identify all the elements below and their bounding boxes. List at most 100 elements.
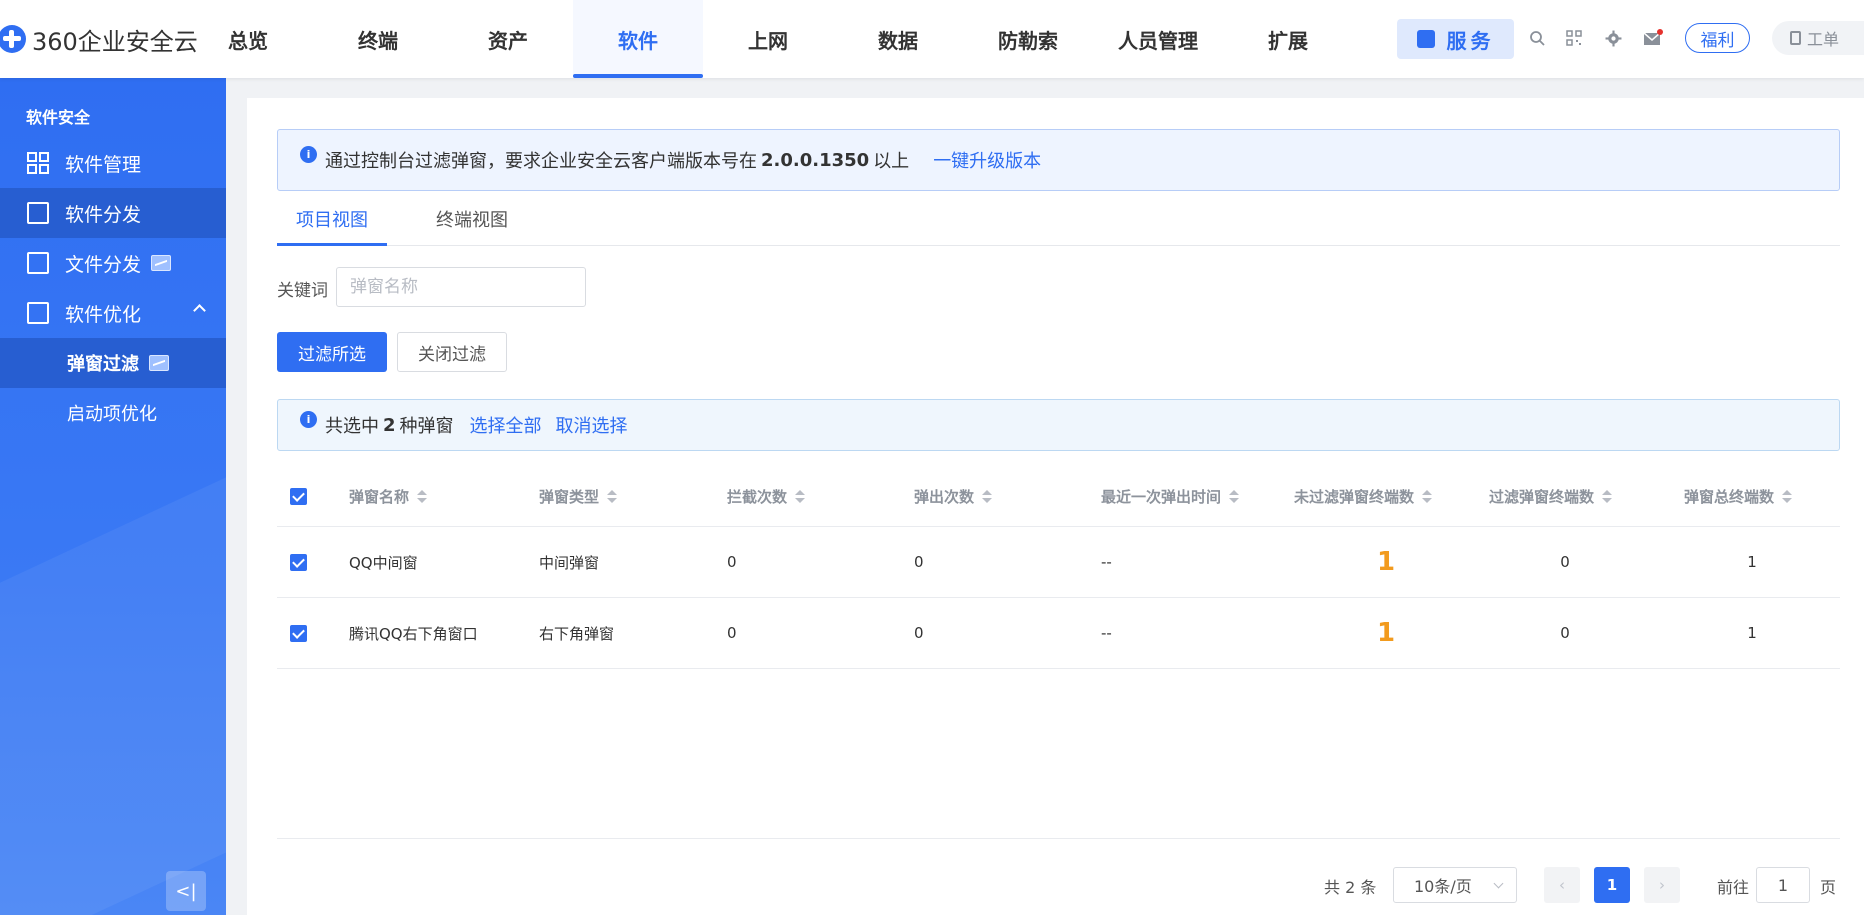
keyword-label: 关键词 xyxy=(277,281,328,301)
version-notice: i 通过控制台过滤弹窗，要求企业安全云客户端版本号在 2.0.0.1350 以上… xyxy=(277,129,1840,191)
cell-last-time: -- xyxy=(1101,624,1112,642)
nav-internet[interactable]: 上网 xyxy=(703,0,833,78)
nav-extensions[interactable]: 扩展 xyxy=(1223,0,1353,78)
sort-icon[interactable] xyxy=(1229,489,1240,504)
sort-icon[interactable] xyxy=(795,489,806,504)
sort-icon[interactable] xyxy=(982,489,993,504)
table-divider xyxy=(277,838,1840,839)
cell-filtered: 0 xyxy=(1560,624,1570,642)
column-header-popped[interactable]: 弹出次数 xyxy=(914,467,993,526)
prev-page-button[interactable]: ‹ xyxy=(1544,867,1580,903)
popup-table: 弹窗名称 弹窗类型 拦截次数 弹出次数 最近一次弹出时间 未过滤弹窗终端数 过滤… xyxy=(277,467,1840,669)
gear-icon[interactable] xyxy=(1602,27,1624,49)
sidebar-item-label: 启动项优化 xyxy=(67,404,157,425)
sidebar: 软件安全 软件管理 软件分发 文件分发 软件优化 弹窗过滤 启动项优化 <| xyxy=(0,78,226,915)
selection-suffix: 种弹窗 xyxy=(399,416,454,437)
service-label: 服务 xyxy=(1446,28,1495,53)
cell-name: QQ中间窗 xyxy=(349,553,418,572)
puzzle-icon xyxy=(1416,30,1435,48)
next-page-button[interactable]: › xyxy=(1644,867,1680,903)
page-number-button[interactable]: 1 xyxy=(1594,867,1630,903)
app-logo[interactable]: 360企业安全云 xyxy=(0,22,198,56)
mail-icon[interactable] xyxy=(1642,27,1664,49)
search-icon[interactable] xyxy=(1526,27,1548,49)
column-header-unfiltered[interactable]: 未过滤弹窗终端数 xyxy=(1294,467,1433,526)
distribute-icon xyxy=(27,202,49,224)
chevron-up-icon xyxy=(193,304,206,317)
grid-icon xyxy=(27,152,49,174)
sidebar-item-software-optimization[interactable]: 软件优化 xyxy=(0,288,226,338)
sort-icon[interactable] xyxy=(1602,489,1613,504)
nav-endpoint[interactable]: 终端 xyxy=(313,0,443,78)
tab-endpoint-view[interactable]: 终端视图 xyxy=(407,206,537,246)
logo-text: 360企业安全云 xyxy=(32,27,198,56)
sort-icon[interactable] xyxy=(607,489,618,504)
cell-last-time: -- xyxy=(1101,553,1112,571)
info-icon: i xyxy=(300,145,317,163)
new-feature-icon xyxy=(151,255,172,271)
checkbox-checked-icon xyxy=(290,624,307,642)
close-filter-button[interactable]: 关闭过滤 xyxy=(397,332,507,372)
sidebar-item-software-distribution[interactable]: 软件分发 xyxy=(0,188,226,238)
nav-ransomware[interactable]: 防勒索 xyxy=(963,0,1093,78)
selection-bar: i 共选中 2 种弹窗 选择全部 取消选择 xyxy=(277,399,1840,451)
ticket-label: 工单 xyxy=(1807,30,1840,49)
collapse-sidebar-button[interactable]: <| xyxy=(166,871,206,911)
cell-type: 右下角弹窗 xyxy=(539,624,615,643)
sidebar-item-software-management[interactable]: 软件管理 xyxy=(0,138,226,188)
column-header-type[interactable]: 弹窗类型 xyxy=(539,467,618,526)
column-header-last-time[interactable]: 最近一次弹出时间 xyxy=(1101,467,1240,526)
nav-software[interactable]: 软件 xyxy=(573,0,703,78)
upload-box-icon xyxy=(27,302,49,324)
popup-name-search-input[interactable] xyxy=(336,267,586,307)
column-header-total[interactable]: 弹窗总终端数 xyxy=(1684,467,1793,526)
checkbox-checked-icon xyxy=(290,488,307,505)
nav-people[interactable]: 人员管理 xyxy=(1093,0,1223,78)
sort-icon[interactable] xyxy=(1422,489,1433,504)
nav-overview[interactable]: 总览 xyxy=(183,0,313,78)
nav-data[interactable]: 数据 xyxy=(833,0,963,78)
cancel-selection-link[interactable]: 取消选择 xyxy=(556,412,628,438)
selection-prefix: 共选中 xyxy=(325,416,379,437)
sidebar-item-popup-filter[interactable]: 弹窗过滤 xyxy=(0,338,226,388)
upgrade-link[interactable]: 一键升级版本 xyxy=(933,147,1041,173)
cell-unfiltered[interactable]: 1 xyxy=(1371,527,1401,597)
nav-assets[interactable]: 资产 xyxy=(443,0,573,78)
select-all-checkbox[interactable] xyxy=(290,467,307,526)
column-header-name[interactable]: 弹窗名称 xyxy=(349,467,428,526)
cell-blocked: 0 xyxy=(727,624,737,642)
cell-total: 1 xyxy=(1747,553,1757,571)
cell-unfiltered[interactable]: 1 xyxy=(1371,598,1401,668)
goto-page-input[interactable] xyxy=(1756,867,1810,903)
notice-text: 通过控制台过滤弹窗，要求企业安全云客户端版本号在 xyxy=(325,151,757,172)
page-size-select[interactable]: 10条/页 xyxy=(1393,867,1517,903)
qrcode-icon[interactable] xyxy=(1563,27,1585,49)
column-header-blocked[interactable]: 拦截次数 xyxy=(727,467,806,526)
table-header: 弹窗名称 弹窗类型 拦截次数 弹出次数 最近一次弹出时间 未过滤弹窗终端数 过滤… xyxy=(277,467,1840,527)
filter-selected-button[interactable]: 过滤所选 xyxy=(277,332,387,372)
sort-icon[interactable] xyxy=(417,489,428,504)
service-button[interactable]: 服务 xyxy=(1397,19,1514,59)
cell-filtered: 0 xyxy=(1560,553,1570,571)
ticket-icon xyxy=(1790,31,1801,45)
select-all-link[interactable]: 选择全部 xyxy=(470,412,542,438)
sidebar-item-label: 文件分发 xyxy=(65,253,142,276)
goto-suffix: 页 xyxy=(1820,878,1837,897)
sidebar-item-label: 弹窗过滤 xyxy=(67,354,139,375)
column-header-filtered[interactable]: 过滤弹窗终端数 xyxy=(1489,467,1613,526)
welfare-button[interactable]: 福利 xyxy=(1685,23,1750,53)
sort-icon[interactable] xyxy=(1782,489,1793,504)
main-content: i 通过控制台过滤弹窗，要求企业安全云客户端版本号在 2.0.0.1350 以上… xyxy=(247,98,1864,915)
cell-popped: 0 xyxy=(914,553,924,571)
ticket-button[interactable]: 工单 xyxy=(1772,21,1864,55)
selection-count: 2 xyxy=(383,414,396,436)
notice-version: 2.0.0.1350 xyxy=(761,149,870,171)
pagination-total: 共 2 条 xyxy=(1324,878,1377,897)
cell-name: 腾讯QQ右下角窗口 xyxy=(349,624,478,643)
row-checkbox[interactable] xyxy=(290,527,307,597)
sidebar-item-startup-optimization[interactable]: 启动项优化 xyxy=(0,388,226,438)
sidebar-item-file-distribution[interactable]: 文件分发 xyxy=(0,238,226,288)
checkbox-checked-icon xyxy=(290,553,307,571)
row-checkbox[interactable] xyxy=(290,598,307,668)
tab-project-view[interactable]: 项目视图 xyxy=(277,206,387,246)
